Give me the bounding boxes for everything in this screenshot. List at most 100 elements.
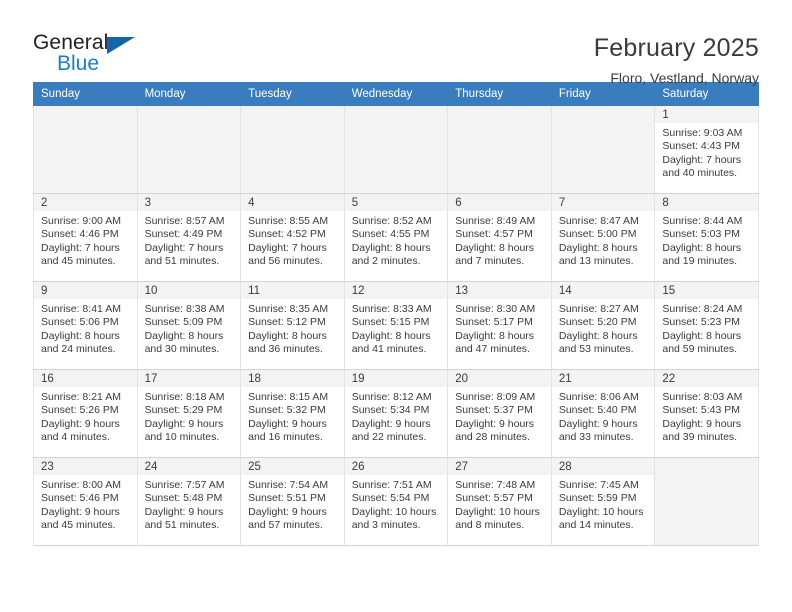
day-detail-line: Sunset: 5:23 PM: [662, 316, 741, 329]
calendar-day-cell[interactable]: 26 Sunrise: 7:51 AM Sunset: 5:54 PM Dayligh…: [343, 457, 449, 546]
day-detail-line: Sunrise: 8:49 AM: [455, 215, 536, 227]
day-details: Sunrise: 8:27 AM Sunset: 5:20 PM Daylight:…: [552, 299, 655, 357]
day-detail-line: Daylight: 9 hours: [662, 417, 742, 430]
day-details: Sunrise: 8:52 AM Sunset: 4:55 PM Daylight:…: [345, 211, 448, 269]
logo-text-blue: Blue: [57, 52, 100, 75]
page-subtitle: Floro, Vestland, Norway: [610, 70, 759, 86]
day-detail-line: Sunrise: 8:30 AM: [455, 303, 536, 315]
calendar-day-cell[interactable]: 1 Sunrise: 9:03 AM Sunset: 4:43 PM Daylight…: [654, 105, 759, 194]
calendar-grid: Sunday Monday Tuesday Wednesday Thursday…: [33, 82, 759, 546]
day-details: Sunrise: 8:21 AM Sunset: 5:26 PM Daylight:…: [34, 387, 137, 445]
day-detail-line: Daylight: 7 hours: [144, 241, 224, 254]
day-detail-line: Daylight: 8 hours: [41, 329, 120, 342]
calendar-day-cell[interactable]: 15 Sunrise: 8:24 AM Sunset: 5:23 PM Dayligh…: [654, 281, 759, 370]
day-details: Sunrise: 8:38 AM Sunset: 5:09 PM Daylight:…: [138, 299, 241, 357]
day-detail-line: and 30 minutes.: [144, 343, 220, 356]
day-detail-line: Daylight: 9 hours: [351, 417, 431, 430]
day-details: Sunrise: 8:55 AM Sunset: 4:52 PM Daylight:…: [241, 211, 344, 269]
day-detail-line: Sunset: 4:49 PM: [144, 228, 223, 241]
calendar-day-cell[interactable]: 10 Sunrise: 8:38 AM Sunset: 5:09 PM Dayligh…: [136, 281, 242, 370]
day-detail-line: Daylight: 8 hours: [558, 329, 638, 342]
day-detail-line: Daylight: 9 hours: [558, 417, 638, 430]
day-detail-line: and 45 minutes.: [41, 255, 116, 268]
day-detail-line: Sunrise: 8:03 AM: [662, 391, 743, 403]
day-detail-line: Sunset: 4:55 PM: [351, 228, 430, 241]
day-detail-line: Daylight: 8 hours: [248, 329, 327, 342]
calendar-day-cell[interactable]: 13 Sunrise: 8:30 AM Sunset: 5:17 PM Dayligh…: [447, 281, 552, 370]
day-detail-line: Daylight: 9 hours: [41, 417, 120, 430]
calendar-week-row: 2 Sunrise: 9:00 AM Sunset: 4:46 PM Daylight…: [33, 193, 759, 282]
day-detail-line: Daylight: 9 hours: [144, 417, 224, 430]
calendar-day-cell[interactable]: 16 Sunrise: 8:21 AM Sunset: 5:26 PM Dayligh…: [33, 369, 138, 458]
day-detail-line: and 56 minutes.: [248, 255, 323, 268]
day-number: 12: [344, 282, 448, 299]
day-details: Sunrise: 8:33 AM Sunset: 5:15 PM Daylight:…: [345, 299, 448, 357]
day-detail-line: Sunrise: 8:33 AM: [351, 303, 432, 315]
day-detail-line: Sunset: 5:15 PM: [351, 316, 430, 329]
day-details: Sunrise: 7:57 AM Sunset: 5:48 PM Daylight:…: [138, 475, 241, 533]
day-number: 16: [34, 370, 137, 387]
calendar-day-cell[interactable]: 25 Sunrise: 7:54 AM Sunset: 5:51 PM Dayligh…: [240, 457, 345, 546]
calendar-week-row: 9 Sunrise: 8:41 AM Sunset: 5:06 PM Daylight…: [33, 281, 759, 370]
calendar-day-cell[interactable]: 17 Sunrise: 8:18 AM Sunset: 5:29 PM Dayligh…: [136, 369, 242, 458]
calendar-day-cell[interactable]: 27 Sunrise: 7:48 AM Sunset: 5:57 PM Dayligh…: [447, 457, 552, 546]
day-detail-line: and 33 minutes.: [558, 431, 634, 444]
day-detail-line: Daylight: 10 hours: [558, 505, 644, 518]
day-details: Sunrise: 7:54 AM Sunset: 5:51 PM Daylight:…: [241, 475, 344, 533]
calendar-day-cell-empty: [240, 105, 345, 194]
day-detail-line: and 53 minutes.: [558, 343, 634, 356]
calendar-day-cell[interactable]: 3 Sunrise: 8:57 AM Sunset: 4:49 PM Daylight…: [136, 193, 242, 282]
calendar-day-cell[interactable]: 11 Sunrise: 8:35 AM Sunset: 5:12 PM Dayligh…: [240, 281, 345, 370]
day-number: 4: [241, 194, 344, 211]
calendar-day-cell-empty: [33, 105, 138, 194]
day-number: 2: [34, 194, 137, 211]
day-detail-line: Sunset: 5:03 PM: [662, 228, 741, 241]
calendar-day-cell[interactable]: 2 Sunrise: 9:00 AM Sunset: 4:46 PM Daylight…: [33, 193, 138, 282]
day-detail-line: Sunset: 5:17 PM: [455, 316, 533, 329]
calendar-day-cell[interactable]: 9 Sunrise: 8:41 AM Sunset: 5:06 PM Daylight…: [33, 281, 138, 370]
day-detail-line: and 24 minutes.: [41, 343, 116, 356]
calendar-day-cell[interactable]: 5 Sunrise: 8:52 AM Sunset: 4:55 PM Daylight…: [343, 193, 449, 282]
day-detail-line: Sunrise: 9:00 AM: [41, 215, 121, 227]
day-number: 26: [344, 458, 448, 475]
day-detail-line: and 10 minutes.: [144, 431, 220, 444]
day-number: 3: [137, 194, 241, 211]
day-detail-line: Daylight: 9 hours: [144, 505, 224, 518]
calendar-day-cell[interactable]: 7 Sunrise: 8:47 AM Sunset: 5:00 PM Daylight…: [550, 193, 656, 282]
day-number: 19: [344, 370, 448, 387]
calendar-day-cell[interactable]: 23 Sunrise: 8:00 AM Sunset: 5:46 PM Dayligh…: [33, 457, 138, 546]
day-detail-line: Sunset: 4:52 PM: [248, 228, 326, 241]
day-details: Sunrise: 8:15 AM Sunset: 5:32 PM Daylight:…: [241, 387, 344, 445]
calendar-day-cell[interactable]: 8 Sunrise: 8:44 AM Sunset: 5:03 PM Daylight…: [654, 193, 759, 282]
logo-triangle-icon: [107, 37, 135, 54]
calendar-day-cell[interactable]: 6 Sunrise: 8:49 AM Sunset: 4:57 PM Daylight…: [447, 193, 552, 282]
calendar-day-cell[interactable]: 4 Sunrise: 8:55 AM Sunset: 4:52 PM Daylight…: [240, 193, 345, 282]
calendar-day-cell-empty: [550, 105, 656, 194]
calendar-day-cell[interactable]: 20 Sunrise: 8:09 AM Sunset: 5:37 PM Dayligh…: [447, 369, 552, 458]
calendar-day-cell-empty: [654, 457, 759, 546]
day-details: Sunrise: 8:03 AM Sunset: 5:43 PM Daylight:…: [655, 387, 758, 445]
day-detail-line: Sunrise: 8:57 AM: [144, 215, 225, 227]
calendar-day-cell[interactable]: 14 Sunrise: 8:27 AM Sunset: 5:20 PM Dayligh…: [550, 281, 656, 370]
day-detail-line: and 22 minutes.: [351, 431, 427, 444]
calendar-day-cell[interactable]: 12 Sunrise: 8:33 AM Sunset: 5:15 PM Dayligh…: [343, 281, 449, 370]
day-detail-line: Sunset: 5:09 PM: [144, 316, 223, 329]
day-details: Sunrise: 8:00 AM Sunset: 5:46 PM Daylight:…: [34, 475, 137, 533]
day-detail-line: Sunset: 5:54 PM: [351, 492, 430, 505]
calendar-day-cell[interactable]: 19 Sunrise: 8:12 AM Sunset: 5:34 PM Dayligh…: [343, 369, 449, 458]
day-detail-line: and 16 minutes.: [248, 431, 323, 444]
day-detail-line: and 39 minutes.: [662, 431, 738, 444]
day-detail-line: Daylight: 8 hours: [144, 329, 224, 342]
day-detail-line: Daylight: 10 hours: [455, 505, 540, 518]
day-detail-line: Daylight: 7 hours: [662, 153, 742, 166]
calendar-day-cell[interactable]: 21 Sunrise: 8:06 AM Sunset: 5:40 PM Dayligh…: [550, 369, 656, 458]
day-detail-line: Sunrise: 7:48 AM: [455, 479, 536, 491]
day-detail-line: Sunset: 5:00 PM: [558, 228, 637, 241]
day-number: 23: [34, 458, 137, 475]
calendar-day-cell[interactable]: 22 Sunrise: 8:03 AM Sunset: 5:43 PM Dayligh…: [654, 369, 759, 458]
calendar-day-cell[interactable]: 18 Sunrise: 8:15 AM Sunset: 5:32 PM Dayligh…: [240, 369, 345, 458]
calendar-day-cell[interactable]: 24 Sunrise: 7:57 AM Sunset: 5:48 PM Dayligh…: [136, 457, 242, 546]
calendar-day-cell[interactable]: 28 Sunrise: 7:45 AM Sunset: 5:59 PM Dayligh…: [550, 457, 656, 546]
day-details: Sunrise: 7:45 AM Sunset: 5:59 PM Daylight:…: [552, 475, 655, 533]
day-number: 10: [137, 282, 241, 299]
